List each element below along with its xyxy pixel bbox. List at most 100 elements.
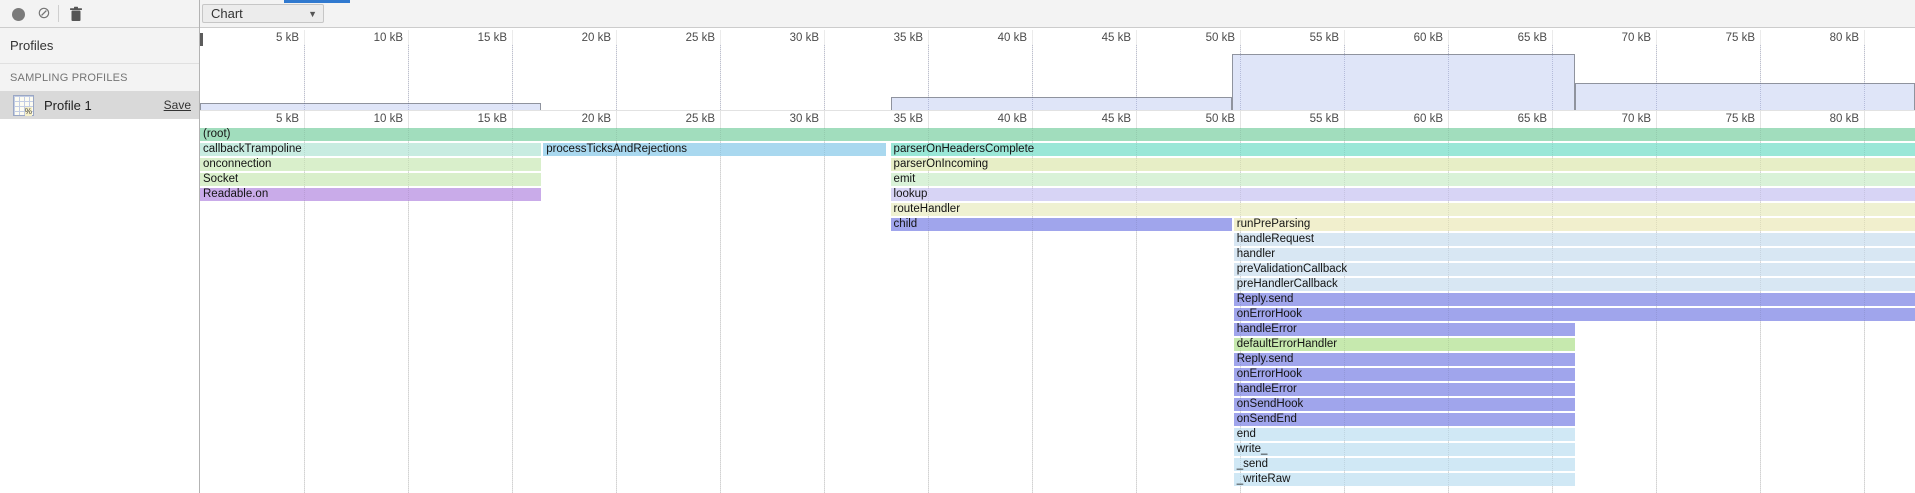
flame-frame-label: onSendHook bbox=[1234, 398, 1304, 410]
overview-axis-tick: 35 kB bbox=[865, 32, 923, 44]
flame-frame[interactable]: onErrorHook bbox=[1234, 308, 1915, 321]
flame-frame[interactable]: processTicksAndRejections bbox=[543, 143, 886, 156]
flame-frame-label: routeHandler bbox=[891, 203, 960, 215]
overview-dotted-gridline bbox=[1864, 45, 1865, 110]
sidebar-item-profile-1[interactable]: % Profile 1 Save bbox=[0, 91, 199, 119]
flame-frame[interactable]: write_ bbox=[1234, 443, 1575, 456]
flame-frame-label: write_ bbox=[1234, 443, 1268, 455]
flame-axis-tick: 40 kB bbox=[969, 113, 1027, 125]
flame-frame[interactable]: parserOnHeadersComplete bbox=[891, 143, 1915, 156]
flame-frame[interactable]: defaultErrorHandler bbox=[1234, 338, 1575, 351]
trash-icon bbox=[69, 6, 83, 22]
overview-dotted-gridline bbox=[408, 45, 409, 110]
flame-dotted-gridline bbox=[1864, 128, 1865, 493]
flame-frame-label: Socket bbox=[200, 173, 238, 185]
overview-axis-tick: 25 kB bbox=[657, 32, 715, 44]
sidebar-title: Profiles bbox=[0, 28, 199, 64]
flame-frame[interactable]: parserOnIncoming bbox=[891, 158, 1915, 171]
flame-frame-label: callbackTrampoline bbox=[200, 143, 302, 155]
flame-frame-label: runPreParsing bbox=[1234, 218, 1311, 230]
flame-frame-label: onErrorHook bbox=[1234, 308, 1302, 320]
flame-axis-tick: 20 kB bbox=[553, 113, 611, 125]
flame-frame[interactable]: onErrorHook bbox=[1234, 368, 1575, 381]
flame-dotted-gridline bbox=[304, 128, 305, 493]
flame-frame[interactable]: handleRequest bbox=[1234, 233, 1915, 246]
flame-frame[interactable]: Reply.send bbox=[1234, 293, 1915, 306]
record-button[interactable] bbox=[7, 4, 29, 24]
flame-axis-tick: 80 kB bbox=[1801, 113, 1859, 125]
flame-dotted-gridline bbox=[616, 128, 617, 493]
flame-frame[interactable]: _writeRaw bbox=[1234, 473, 1575, 486]
save-link[interactable]: Save bbox=[164, 98, 191, 112]
flame-dotted-gridline bbox=[1240, 128, 1241, 493]
flame-frame-label: preValidationCallback bbox=[1234, 263, 1347, 275]
flame-dotted-gridline bbox=[1656, 128, 1657, 493]
flame-axis-tick: 10 kB bbox=[345, 113, 403, 125]
overview-memory-step bbox=[200, 103, 541, 110]
overview-axis-tick: 5 kB bbox=[241, 32, 299, 44]
overview-scroll-handle[interactable] bbox=[200, 33, 203, 46]
overview-axis-tick: 50 kB bbox=[1177, 32, 1235, 44]
chevron-down-icon: ▼ bbox=[308, 9, 323, 19]
flame-dotted-gridline bbox=[408, 128, 409, 493]
flame-axis-tick: 55 kB bbox=[1281, 113, 1339, 125]
flame-frame-label: handleError bbox=[1234, 323, 1297, 335]
flame-frame[interactable]: Reply.send bbox=[1234, 353, 1575, 366]
overview-axis-tick: 15 kB bbox=[449, 32, 507, 44]
flame-frame[interactable]: emit bbox=[891, 173, 1915, 186]
flame-dotted-gridline bbox=[1344, 128, 1345, 493]
flame-frame[interactable]: callbackTrampoline bbox=[200, 143, 541, 156]
block-icon: ⊘ bbox=[37, 6, 50, 22]
flame-frame[interactable]: preHandlerCallback bbox=[1234, 278, 1915, 291]
overview-memory-step bbox=[1232, 54, 1575, 110]
flame-frame[interactable]: routeHandler bbox=[891, 203, 1915, 216]
flame-frame[interactable]: lookup bbox=[891, 188, 1915, 201]
flame-frame-label: _send bbox=[1234, 458, 1268, 470]
flame-frame-label: emit bbox=[891, 173, 916, 185]
flame-frame-label: Reply.send bbox=[1234, 353, 1294, 365]
flame-frame[interactable]: (root) bbox=[200, 128, 1915, 141]
view-mode-value: Chart bbox=[203, 6, 308, 21]
flame-frame[interactable]: child bbox=[891, 218, 1232, 231]
overview-axis-tick: 65 kB bbox=[1489, 32, 1547, 44]
flame-frame-label: parserOnIncoming bbox=[891, 158, 989, 170]
flame-frame[interactable]: preValidationCallback bbox=[1234, 263, 1915, 276]
flame-frame[interactable]: Readable.on bbox=[200, 188, 541, 201]
flame-dotted-gridline bbox=[720, 128, 721, 493]
flame-frame[interactable]: onSendEnd bbox=[1234, 413, 1575, 426]
flame-frame-label: Readable.on bbox=[200, 188, 268, 200]
flame-dotted-gridline bbox=[1552, 128, 1553, 493]
flame-frame-label: child bbox=[891, 218, 918, 230]
overview-dotted-gridline bbox=[1760, 45, 1761, 110]
overview-axis-tick: 45 kB bbox=[1073, 32, 1131, 44]
profile-chart-icon: % bbox=[13, 95, 34, 116]
flame-dotted-gridline bbox=[512, 128, 513, 493]
flame-axis-tick: 60 kB bbox=[1385, 113, 1443, 125]
flame-frame[interactable]: runPreParsing bbox=[1234, 218, 1915, 231]
flame-frame[interactable]: Socket bbox=[200, 173, 541, 186]
overview-dotted-gridline bbox=[1448, 45, 1449, 110]
clear-button[interactable]: ⊘ bbox=[33, 4, 55, 24]
profile-name: Profile 1 bbox=[44, 98, 164, 113]
flame-dotted-gridline bbox=[928, 128, 929, 493]
delete-button[interactable] bbox=[65, 4, 87, 24]
flame-axis-tick: 5 kB bbox=[241, 113, 299, 125]
overview-dotted-gridline bbox=[928, 45, 929, 110]
toolbar-separator bbox=[58, 5, 59, 22]
overview-axis-tick: 55 kB bbox=[1281, 32, 1339, 44]
flame-frame-label: onSendEnd bbox=[1234, 413, 1297, 425]
flame-axis-tick: 15 kB bbox=[449, 113, 507, 125]
flame-frame[interactable]: handleError bbox=[1234, 383, 1575, 396]
flame-frame[interactable]: _send bbox=[1234, 458, 1575, 471]
overview-dotted-gridline bbox=[1032, 45, 1033, 110]
flame-frame[interactable]: handleError bbox=[1234, 323, 1575, 336]
flame-frame[interactable]: end bbox=[1234, 428, 1575, 441]
flame-dotted-gridline bbox=[1136, 128, 1137, 493]
flame-frame[interactable]: onSendHook bbox=[1234, 398, 1575, 411]
flame-frame[interactable]: handler bbox=[1234, 248, 1915, 261]
view-mode-select[interactable]: Chart ▼ bbox=[202, 4, 324, 23]
flame-frame[interactable]: onconnection bbox=[200, 158, 541, 171]
flame-frame-label: _writeRaw bbox=[1234, 473, 1291, 485]
overview-dotted-gridline bbox=[824, 45, 825, 110]
flame-frame-label: end bbox=[1234, 428, 1256, 440]
